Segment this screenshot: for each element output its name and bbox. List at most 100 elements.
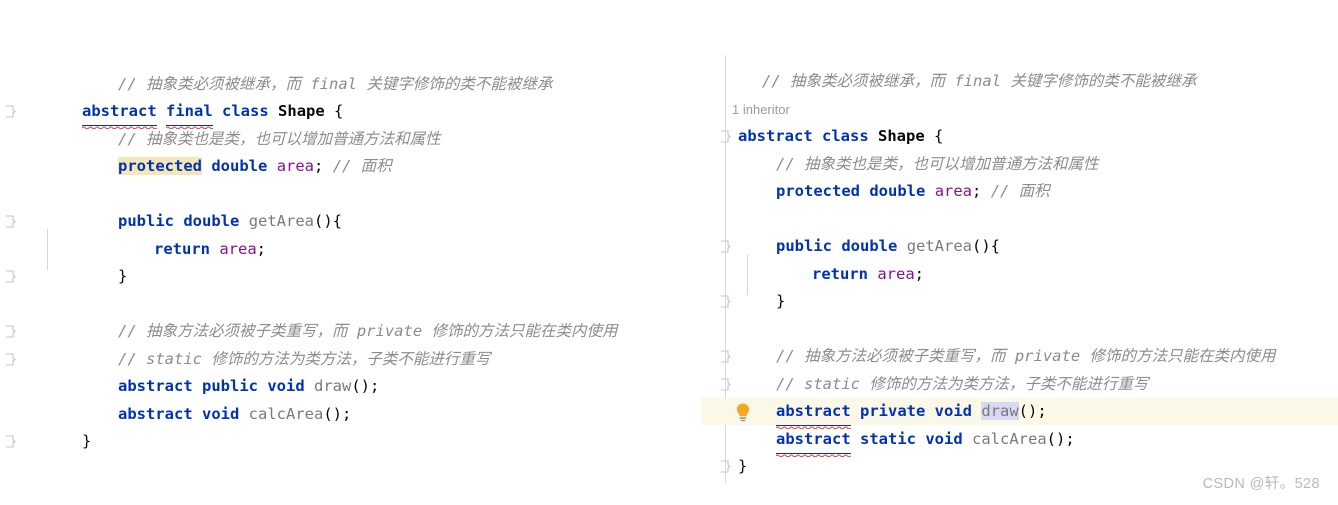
code-line[interactable]: abstract class Shape { xyxy=(738,123,943,150)
code-token: protected xyxy=(776,182,860,200)
code-line[interactable]: abstract final class Shape { xyxy=(82,98,343,129)
code-token: double xyxy=(869,182,926,200)
indent-guide xyxy=(747,254,748,295)
code-fold-arrow-icon[interactable] xyxy=(5,215,16,228)
code-token: final xyxy=(166,102,213,120)
code-token: (){ xyxy=(314,212,343,230)
code-token: abstract xyxy=(118,405,193,423)
code-token: 修饰的方法为类方法，子类不能进行重写 xyxy=(202,350,491,368)
code-token: calcArea xyxy=(972,430,1047,448)
code-token: area xyxy=(934,182,973,200)
code-line[interactable]: public double getArea(){ xyxy=(776,233,1000,260)
code-token: { xyxy=(924,127,944,145)
code-line[interactable]: // 抽象方法必须被子类重写，而 private 修饰的方法只能在类内使用 xyxy=(118,318,618,345)
code-token: } xyxy=(776,292,786,310)
code-token: public xyxy=(118,212,174,230)
code-line[interactable]: protected double area; // 面积 xyxy=(776,178,1050,205)
code-token: return xyxy=(812,265,868,283)
code-token: // 抽象类必须被继承，而 xyxy=(118,75,311,93)
code-token: area xyxy=(877,265,915,283)
code-fold-arrow-icon[interactable] xyxy=(720,350,731,363)
code-line[interactable]: } xyxy=(82,428,91,455)
right-code-pane[interactable]: 1 inheritor// 抽象类必须被继承，而 final 关键字修饰的类不能… xyxy=(700,0,1338,505)
error-token: abstract xyxy=(776,426,851,457)
code-token: 关键字修饰的类不能被继承 xyxy=(1001,72,1197,90)
code-token: } xyxy=(82,432,92,450)
code-line[interactable]: // 抽象类也是类，也可以增加普通方法和属性 xyxy=(118,126,441,153)
code-line[interactable]: abstract private void draw(); xyxy=(776,398,1047,429)
code-line[interactable]: abstract public void draw(); xyxy=(118,373,379,400)
code-fold-arrow-icon[interactable] xyxy=(5,270,16,283)
code-token: getArea xyxy=(906,237,973,255)
code-token: Shape xyxy=(878,127,925,145)
inspection-lightbulb-icon[interactable] xyxy=(734,402,752,422)
code-token: abstract xyxy=(118,377,193,395)
code-line[interactable]: return area; xyxy=(812,261,924,288)
code-token: (); xyxy=(1018,402,1047,420)
code-token: area xyxy=(219,240,257,258)
code-token: // 面积 xyxy=(332,157,392,175)
code-line[interactable]: // static 修饰的方法为类方法，子类不能进行重写 xyxy=(118,346,490,373)
code-fold-arrow-icon[interactable] xyxy=(720,130,731,143)
code-token: // 抽象方法必须被子类重写，而 xyxy=(776,347,1015,365)
code-line[interactable]: protected double area; // 面积 xyxy=(118,153,392,180)
code-line[interactable]: // 抽象类也是类，也可以增加普通方法和属性 xyxy=(776,151,1099,178)
code-token: Shape xyxy=(278,102,325,120)
inheritor-hint[interactable]: 1 inheritor xyxy=(732,96,790,123)
left-code-pane[interactable]: // 抽象类必须被继承，而 final 关键字修饰的类不能被继承 abstract… xyxy=(0,0,700,505)
code-line[interactable]: abstract void calcArea(); xyxy=(118,401,351,428)
code-token: ; xyxy=(314,157,333,175)
code-token: private xyxy=(356,322,423,340)
code-line[interactable]: abstract static void calcArea(); xyxy=(776,426,1075,457)
code-line[interactable]: } xyxy=(118,263,127,290)
code-token: getArea xyxy=(248,212,315,230)
code-token: (); xyxy=(323,405,352,423)
code-line[interactable]: // 抽象方法必须被子类重写，而 private 修饰的方法只能在类内使用 xyxy=(776,343,1276,370)
code-token: void xyxy=(267,377,305,395)
code-line[interactable]: // static 修饰的方法为类方法，子类不能进行重写 xyxy=(776,371,1148,398)
code-line[interactable]: // 抽象类必须被继承，而 final 关键字修饰的类不能被继承 xyxy=(118,71,552,98)
code-line[interactable]: } xyxy=(776,288,785,315)
code-fold-arrow-icon[interactable] xyxy=(5,353,16,366)
code-line[interactable]: public double getArea(){ xyxy=(118,208,342,235)
code-fold-arrow-icon[interactable] xyxy=(720,460,731,473)
code-token: protected xyxy=(118,157,202,175)
code-fold-arrow-icon[interactable] xyxy=(720,240,731,253)
code-token: // 面积 xyxy=(990,182,1050,200)
code-token: private xyxy=(860,402,926,420)
code-token: class xyxy=(822,127,869,145)
code-token: // 抽象方法必须被子类重写，而 xyxy=(118,322,357,340)
code-line[interactable]: return area; xyxy=(154,236,266,263)
code-token: ; xyxy=(256,240,267,258)
code-fold-arrow-icon[interactable] xyxy=(720,378,731,391)
code-token: ; xyxy=(972,182,991,200)
code-fold-arrow-icon[interactable] xyxy=(5,105,16,118)
code-token: abstract xyxy=(776,430,851,448)
code-fold-arrow-icon[interactable] xyxy=(5,435,16,448)
code-token: double xyxy=(183,212,240,230)
code-token: class xyxy=(222,102,269,120)
code-token: // 抽象类必须被继承，而 xyxy=(762,72,955,90)
error-squiggle-icon xyxy=(776,453,851,457)
code-token: return xyxy=(154,240,210,258)
code-token: 修饰的方法为类方法，子类不能进行重写 xyxy=(860,375,1149,393)
code-line[interactable]: } xyxy=(738,453,747,480)
code-fold-arrow-icon[interactable] xyxy=(5,325,16,338)
code-token: // xyxy=(118,350,146,368)
code-fold-arrow-icon[interactable] xyxy=(720,295,731,308)
code-token: } xyxy=(738,457,748,475)
code-line[interactable]: // 抽象类必须被继承，而 final 关键字修饰的类不能被继承 xyxy=(762,68,1196,95)
